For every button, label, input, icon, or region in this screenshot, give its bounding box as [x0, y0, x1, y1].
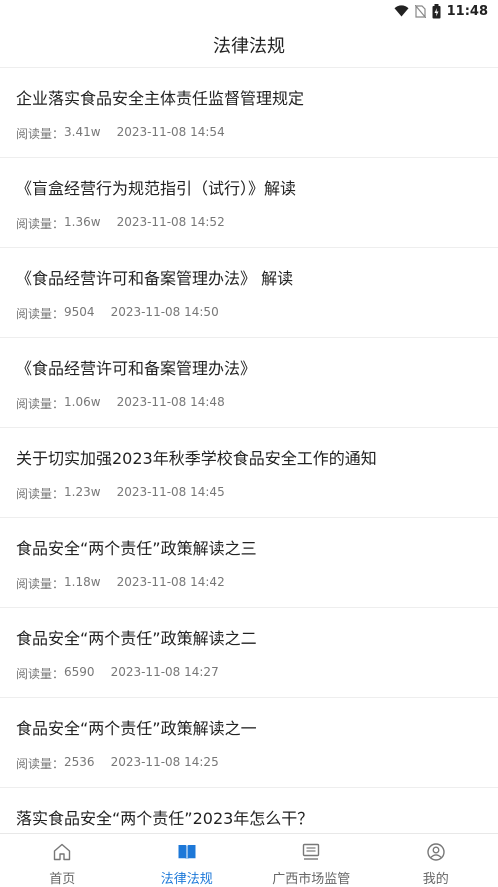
- tab-label: 我的: [422, 872, 449, 887]
- article-title: 《食品经营许可和备案管理办法》 解读: [16, 269, 294, 288]
- article-title: 关于切实加强2023年秋季学校食品安全工作的通知: [16, 449, 377, 468]
- tab-label: 广西市场监管: [272, 872, 351, 887]
- list-item[interactable]: 食品安全“两个责任”政策解读之二 阅读量： 6590 2023-11-08 14:…: [0, 608, 498, 698]
- article-date: 2023-11-08 14:25: [110, 755, 219, 769]
- read-count: 6590: [64, 665, 95, 679]
- status-bar: 11:48: [0, 0, 498, 22]
- wifi-icon: [394, 5, 409, 17]
- read-count: 1.36w: [64, 215, 101, 229]
- article-date: 2023-11-08 14:42: [116, 575, 225, 589]
- list-item[interactable]: 落实食品安全“两个责任”2023年怎么干？: [0, 788, 498, 833]
- read-count: 1.23w: [64, 485, 101, 499]
- article-title: 《食品经营许可和备案管理办法》: [16, 359, 257, 378]
- article-date: 2023-11-08 14:54: [116, 125, 225, 139]
- read-count: 2536: [64, 755, 95, 769]
- home-icon: [52, 842, 72, 862]
- read-count: 9504: [64, 305, 95, 319]
- article-meta: 阅读量： 1.06w 2023-11-08 14:48: [16, 395, 225, 412]
- article-title: 食品安全“两个责任”政策解读之三: [16, 539, 257, 558]
- article-title: 《盲盒经营行为规范指引（试行）》解读: [16, 179, 297, 198]
- article-title: 企业落实食品安全主体责任监督管理规定: [16, 89, 305, 108]
- read-count: 3.41w: [64, 125, 101, 139]
- article-date: 2023-11-08 14:48: [116, 395, 225, 409]
- read-count-label: 阅读量：: [16, 397, 65, 411]
- battery-icon: [432, 3, 441, 19]
- article-title: 落实食品安全“两个责任”2023年怎么干？: [16, 809, 314, 828]
- article-date: 2023-11-08 14:50: [110, 305, 219, 319]
- article-meta: 阅读量： 1.23w 2023-11-08 14:45: [16, 485, 225, 502]
- article-meta: 阅读量： 1.36w 2023-11-08 14:52: [16, 215, 225, 232]
- article-date: 2023-11-08 14:45: [116, 485, 225, 499]
- user-icon: [426, 842, 446, 862]
- read-count-label: 阅读量：: [16, 757, 65, 771]
- tab-mine[interactable]: 我的: [374, 834, 498, 887]
- read-count-label: 阅读量：: [16, 487, 65, 501]
- book-icon: [177, 842, 197, 862]
- article-meta: 阅读量： 2536 2023-11-08 14:25: [16, 755, 219, 772]
- list-item[interactable]: 食品安全“两个责任”政策解读之三 阅读量： 1.18w 2023-11-08 14…: [0, 518, 498, 608]
- read-count-label: 阅读量：: [16, 667, 65, 681]
- list-item[interactable]: 《盲盒经营行为规范指引（试行）》解读 阅读量： 1.36w 2023-11-08 …: [0, 158, 498, 248]
- list-item[interactable]: 食品安全“两个责任”政策解读之一 阅读量： 2536 2023-11-08 14:…: [0, 698, 498, 788]
- read-count-label: 阅读量：: [16, 127, 65, 141]
- article-meta: 阅读量： 1.18w 2023-11-08 14:42: [16, 575, 225, 592]
- read-count-label: 阅读量：: [16, 577, 65, 591]
- title-bar: 法律法规: [0, 22, 498, 68]
- read-count: 1.06w: [64, 395, 101, 409]
- list-item[interactable]: 企业落实食品安全主体责任监督管理规定 阅读量： 3.41w 2023-11-08 …: [0, 68, 498, 158]
- read-count: 1.18w: [64, 575, 101, 589]
- article-date: 2023-11-08 14:52: [116, 215, 225, 229]
- article-date: 2023-11-08 14:27: [110, 665, 219, 679]
- status-time: 11:48: [446, 3, 488, 19]
- article-list[interactable]: 企业落实食品安全主体责任监督管理规定 阅读量： 3.41w 2023-11-08 …: [0, 68, 498, 833]
- read-count-label: 阅读量：: [16, 307, 65, 321]
- list-item[interactable]: 关于切实加强2023年秋季学校食品安全工作的通知 阅读量： 1.23w 2023-…: [0, 428, 498, 518]
- tab-laws[interactable]: 法律法规: [125, 834, 250, 887]
- read-count-label: 阅读量：: [16, 217, 65, 231]
- tab-home[interactable]: 首页: [0, 834, 125, 887]
- monitor-icon: [301, 842, 321, 862]
- tab-label: 首页: [49, 872, 76, 887]
- page-title: 法律法规: [213, 35, 285, 57]
- list-item[interactable]: 《食品经营许可和备案管理办法》 解读 阅读量： 9504 2023-11-08 1…: [0, 248, 498, 338]
- tab-guangxi-market-supervision[interactable]: 广西市场监管: [249, 834, 374, 887]
- article-meta: 阅读量： 9504 2023-11-08 14:50: [16, 305, 219, 322]
- no-sim-icon: [414, 4, 426, 18]
- bottom-tab-bar: 首页 法律法规 广西市场监管 我的: [0, 833, 498, 887]
- list-item[interactable]: 《食品经营许可和备案管理办法》 阅读量： 1.06w 2023-11-08 14:…: [0, 338, 498, 428]
- article-title: 食品安全“两个责任”政策解读之一: [16, 719, 257, 738]
- article-meta: 阅读量： 6590 2023-11-08 14:27: [16, 665, 219, 682]
- tab-label: 法律法规: [160, 872, 213, 887]
- article-title: 食品安全“两个责任”政策解读之二: [16, 629, 257, 648]
- article-meta: 阅读量： 3.41w 2023-11-08 14:54: [16, 125, 225, 142]
